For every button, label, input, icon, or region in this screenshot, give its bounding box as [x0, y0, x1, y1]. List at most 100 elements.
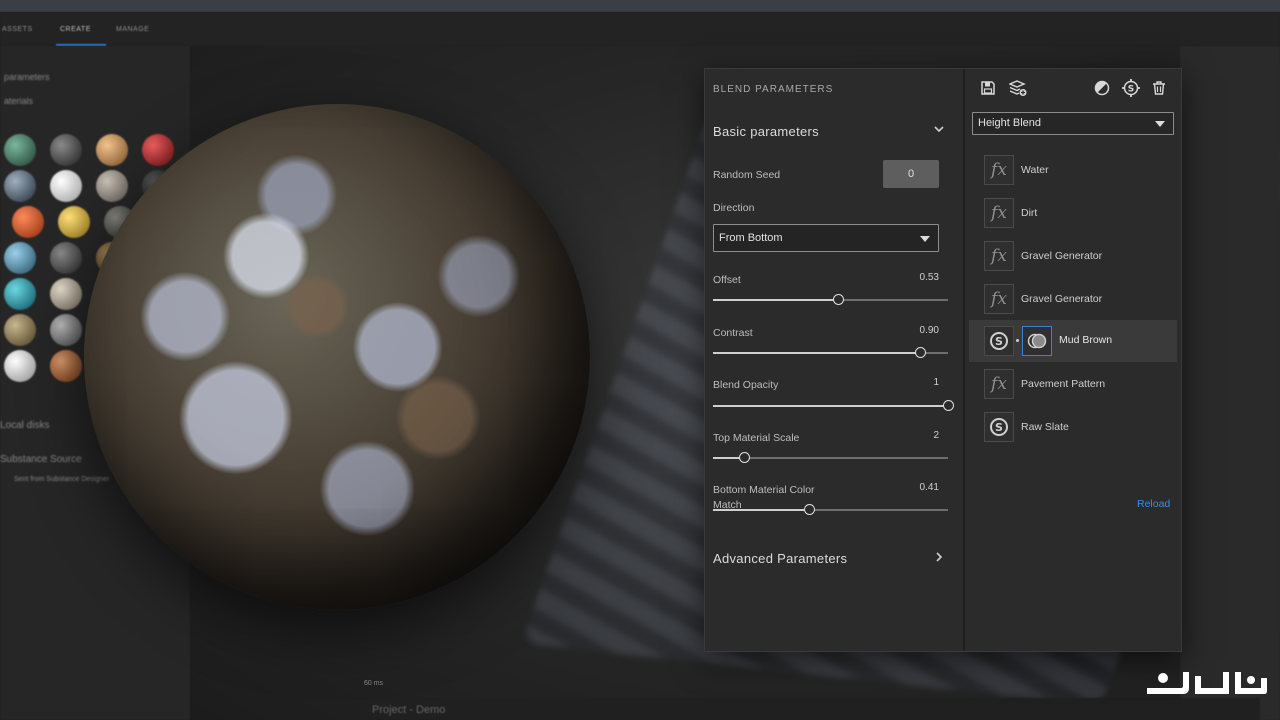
- slider-thumb[interactable]: [914, 347, 926, 358]
- fx-icon: fx: [991, 246, 1007, 266]
- fx-icon: fx: [991, 374, 1007, 394]
- layer-name: Pavement Pattern: [1021, 378, 1106, 390]
- random-seed-input[interactable]: 0: [883, 160, 939, 188]
- save-icon[interactable]: [977, 77, 999, 99]
- bottom-material-color-value: 0.41: [919, 482, 939, 493]
- material-ball[interactable]: [4, 314, 36, 346]
- slider-thumb[interactable]: [943, 400, 954, 411]
- properties-panel: [1180, 46, 1280, 720]
- contrast-slider[interactable]: [713, 346, 948, 360]
- project-name: Project - Demo: [372, 704, 446, 716]
- material-ball[interactable]: [50, 242, 82, 274]
- fx-layer-thumb: fx: [984, 369, 1014, 399]
- material-ball[interactable]: [50, 314, 82, 346]
- fx-layer-thumb: fx: [984, 198, 1014, 228]
- bottom-material-color-slider[interactable]: [713, 503, 948, 517]
- fx-icon: fx: [991, 203, 1007, 223]
- tab-create[interactable]: CREATE: [60, 26, 91, 33]
- layer-name: Gravel Generator: [1021, 250, 1103, 262]
- svg-text:S: S: [1128, 85, 1134, 95]
- layer-name: Raw Slate: [1021, 421, 1069, 433]
- material-ball[interactable]: [96, 134, 128, 166]
- advanced-parameters-header[interactable]: Advanced Parameters: [713, 551, 847, 566]
- blend-opacity-slider[interactable]: [713, 399, 954, 413]
- reload-link[interactable]: Reload: [1137, 498, 1170, 510]
- offset-value: 0.53: [919, 272, 939, 283]
- sidebar-substance-source[interactable]: Substance Source: [0, 454, 82, 465]
- project-footer: Project - Demo: [360, 698, 1260, 720]
- fx-layer-thumb: fx: [984, 155, 1014, 185]
- layer-row-pavement-pattern[interactable]: fx Pavement Pattern: [969, 364, 1177, 404]
- layer-row-gravel-generator-2[interactable]: fx Gravel Generator: [969, 279, 1177, 319]
- layer-row-dirt[interactable]: fx Dirt: [969, 193, 1177, 233]
- sidebar-materials-label: aterials: [4, 96, 34, 106]
- material-ball[interactable]: [4, 170, 36, 202]
- offset-slider[interactable]: [713, 293, 948, 307]
- top-material-scale-label: Top Material Scale: [713, 432, 800, 444]
- substance-icon: S: [990, 418, 1008, 436]
- material-ball[interactable]: [4, 242, 36, 274]
- watermark-logo: [1143, 664, 1269, 712]
- slider-fill: [713, 352, 920, 354]
- chevron-down-icon[interactable]: [934, 124, 944, 137]
- title-bar: [0, 0, 1280, 12]
- layer-row-water[interactable]: fx Water: [969, 150, 1177, 190]
- slider-thumb[interactable]: [804, 504, 816, 515]
- slider-fill: [713, 405, 948, 407]
- sidebar-parameters-label: parameters: [4, 72, 50, 82]
- random-seed-label: Random Seed: [713, 169, 781, 181]
- material-ball[interactable]: [50, 278, 82, 310]
- blend-mode-value: Height Blend: [978, 117, 1041, 129]
- svg-text:S: S: [995, 421, 1003, 434]
- material-ball[interactable]: [58, 206, 90, 238]
- material-ball[interactable]: [50, 350, 82, 382]
- material-ball[interactable]: [142, 134, 174, 166]
- fx-icon: fx: [991, 289, 1007, 309]
- layer-name: Mud Brown: [1059, 334, 1113, 346]
- add-layer-icon[interactable]: [1007, 77, 1029, 99]
- direction-value: From Bottom: [719, 232, 783, 244]
- direction-label: Direction: [713, 202, 755, 214]
- blend-mode-dropdown[interactable]: Height Blend: [972, 112, 1174, 135]
- top-material-scale-slider[interactable]: [713, 451, 948, 465]
- svg-text:S: S: [995, 335, 1003, 348]
- material-ball[interactable]: [96, 170, 128, 202]
- chevron-right-icon[interactable]: [934, 552, 944, 565]
- slider-fill: [713, 299, 838, 301]
- bottom-material-color-label: Bottom Material Color: [713, 484, 815, 496]
- slider-thumb[interactable]: [832, 294, 844, 305]
- fx-icon: fx: [991, 160, 1007, 180]
- sidebar-local-disks[interactable]: Local disks: [0, 420, 49, 431]
- layer-name: Dirt: [1021, 207, 1038, 219]
- basic-parameters-header[interactable]: Basic parameters: [713, 124, 819, 139]
- material-preview-sphere[interactable]: [84, 104, 590, 610]
- substance-layer-thumb: S: [984, 412, 1014, 442]
- material-ball[interactable]: [50, 134, 82, 166]
- trash-icon[interactable]: [1148, 77, 1170, 99]
- slider-fill: [713, 509, 810, 511]
- dropdown-caret-icon: [920, 236, 930, 242]
- material-ball[interactable]: [50, 170, 82, 202]
- tab-assets[interactable]: ASSETS: [2, 26, 33, 33]
- layer-row-gravel-generator[interactable]: fx Gravel Generator: [969, 236, 1177, 276]
- direction-dropdown[interactable]: From Bottom: [713, 224, 939, 252]
- layers-column: S Height Blend fx Water fx Dirt fx Grave…: [965, 69, 1181, 651]
- material-ball[interactable]: [12, 206, 44, 238]
- panel-title: BLEND PARAMETERS: [713, 84, 834, 95]
- material-ball[interactable]: [4, 278, 36, 310]
- layer-name: Water: [1021, 164, 1049, 176]
- fx-layer-thumb: fx: [984, 284, 1014, 314]
- sidebar-sent-from-designer[interactable]: Sent from Substance Designer: [14, 476, 109, 483]
- material-ball[interactable]: [4, 350, 36, 382]
- offset-label: Offset: [713, 274, 741, 286]
- tab-manage[interactable]: MANAGE: [116, 26, 149, 33]
- layer-mask-thumb[interactable]: [1022, 326, 1052, 356]
- top-material-scale-value: 2: [933, 430, 939, 441]
- mask-icon: [1027, 333, 1047, 349]
- slider-thumb[interactable]: [738, 452, 750, 463]
- material-ball[interactable]: [4, 134, 36, 166]
- mask-icon[interactable]: [1091, 77, 1113, 99]
- substance-settings-icon[interactable]: S: [1120, 77, 1142, 99]
- layer-row-mud-brown[interactable]: S Mud Brown: [969, 320, 1177, 362]
- layer-row-raw-slate[interactable]: S Raw Slate: [969, 407, 1177, 447]
